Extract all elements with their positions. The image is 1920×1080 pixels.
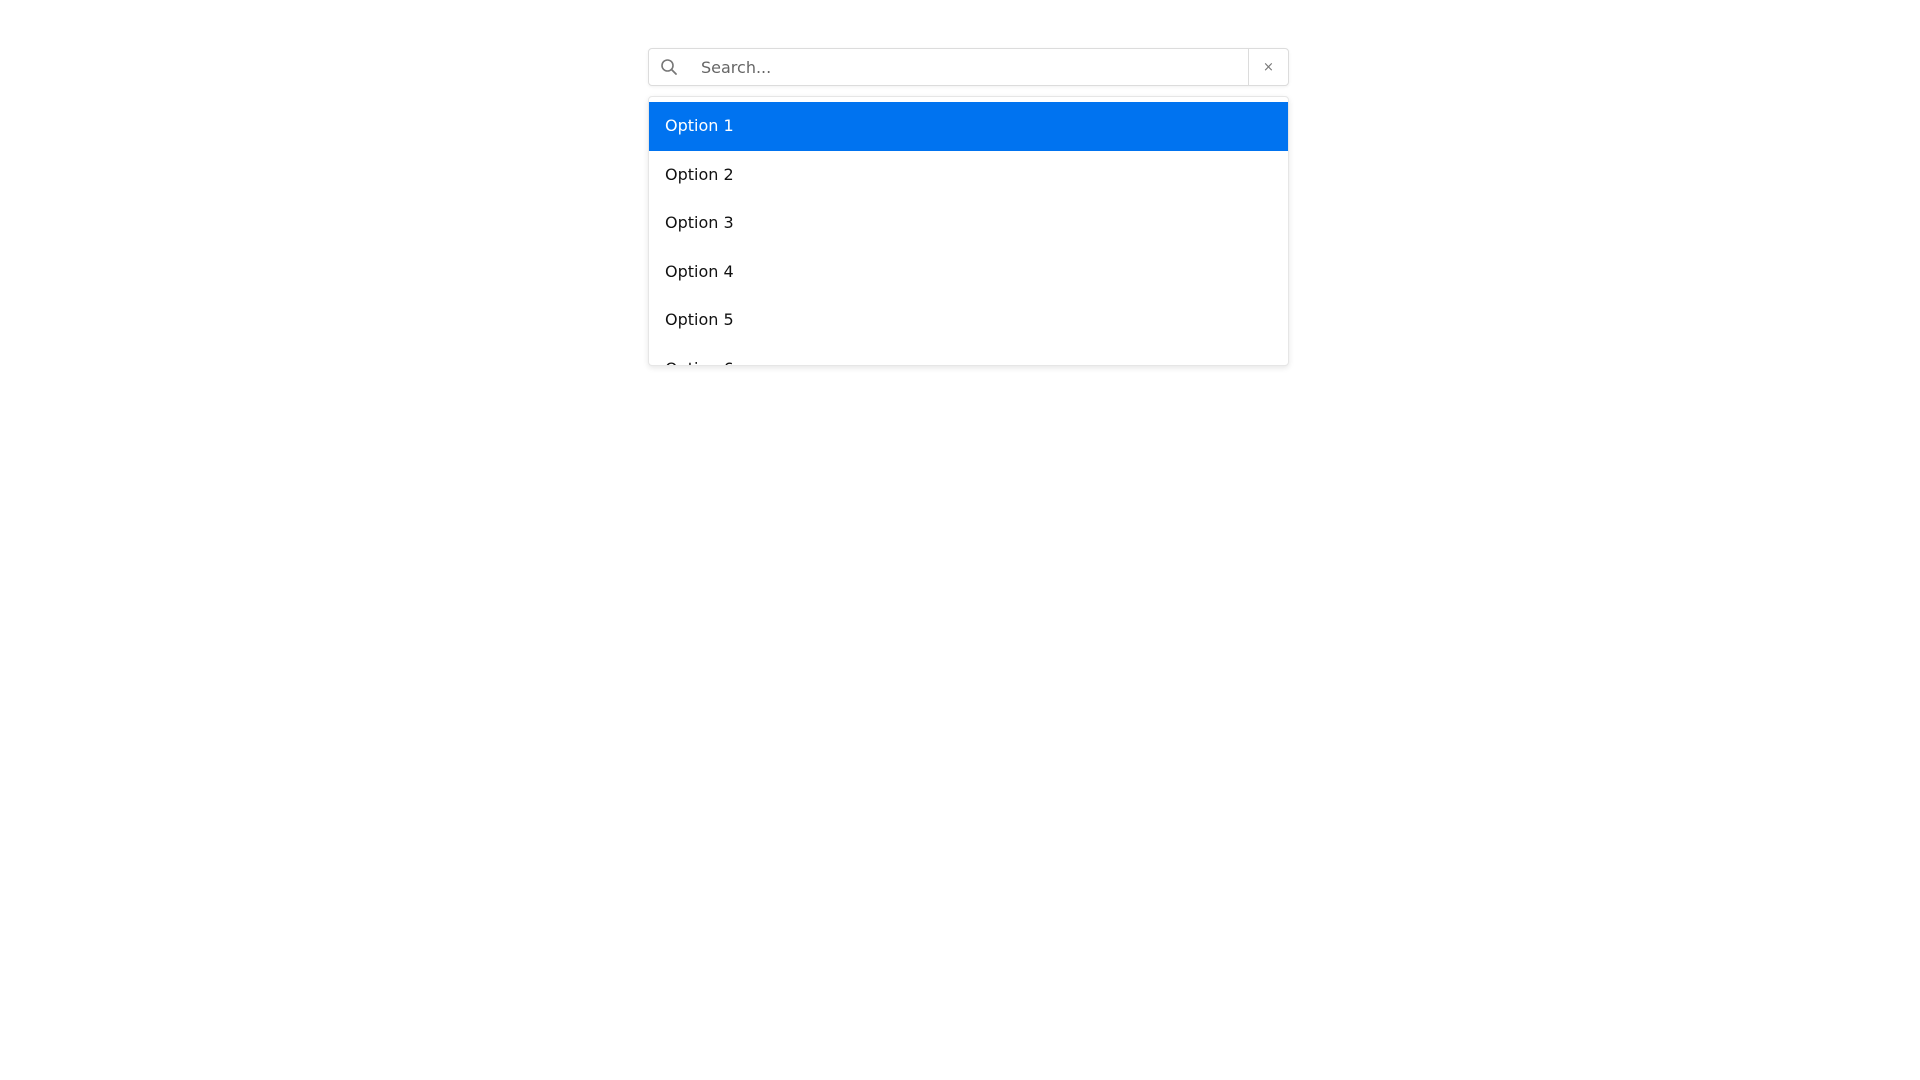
option-item[interactable]: Option 2 xyxy=(649,151,1288,200)
search-bar: × xyxy=(648,48,1289,86)
dropdown-list[interactable]: Option 1 Option 2 Option 3 Option 4 Opti… xyxy=(648,96,1289,366)
option-item[interactable]: Option 5 xyxy=(649,296,1288,345)
option-item[interactable]: Option 6 xyxy=(649,345,1288,366)
option-item[interactable]: Option 4 xyxy=(649,248,1288,297)
searchable-dropdown: × Option 1 Option 2 Option 3 Option 4 Op… xyxy=(648,48,1289,366)
option-item-selected[interactable]: Option 1 xyxy=(649,102,1288,151)
search-icon xyxy=(649,49,689,85)
clear-button[interactable]: × xyxy=(1248,49,1288,85)
option-item[interactable]: Option 3 xyxy=(649,199,1288,248)
search-input[interactable] xyxy=(689,49,1248,85)
